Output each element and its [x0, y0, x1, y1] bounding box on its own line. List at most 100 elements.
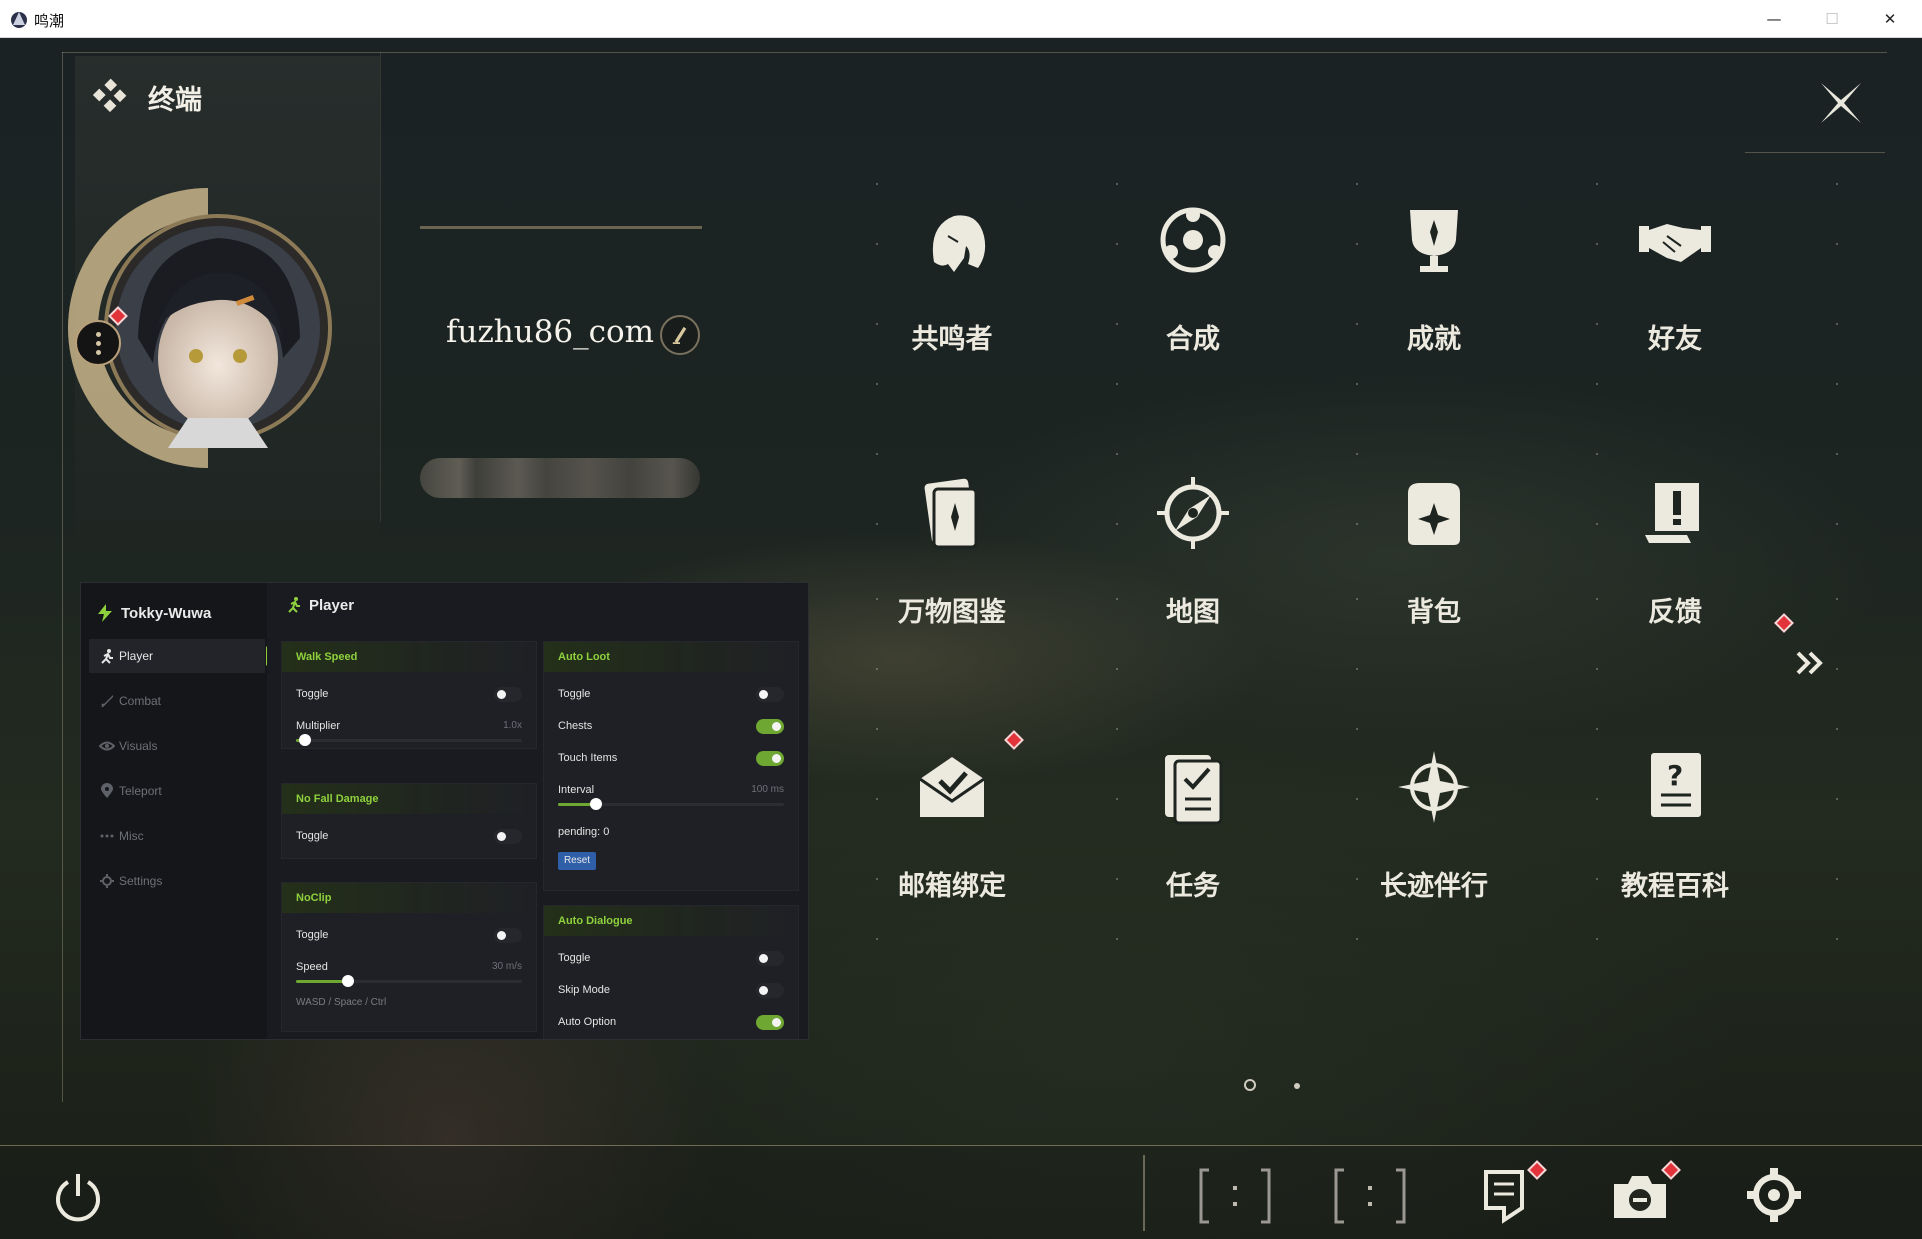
- grid-dot: [876, 668, 878, 670]
- mod-menu-sidebar: Tokky-Wuwa Player Combat Visuals Teleport Mi…: [81, 583, 270, 1039]
- menu-item-synthesis[interactable]: 合成: [1093, 182, 1293, 382]
- pending-text: pending: 0: [558, 826, 610, 838]
- touch-items-label: Touch Items: [558, 752, 618, 764]
- page-dot-1[interactable]: [1244, 1079, 1256, 1091]
- camera-icon[interactable]: [1610, 1168, 1670, 1224]
- menu-item-label: 反馈: [1648, 597, 1702, 628]
- next-page-badge: [1774, 613, 1794, 633]
- mod-nav-label: Teleport: [119, 784, 162, 798]
- grid-dot: [1836, 798, 1838, 800]
- noclip-card: NoClip Toggle Speed 30 m/s WASD / Space …: [281, 882, 537, 1032]
- grid-dot: [1596, 383, 1598, 385]
- trophy-icon: [1410, 210, 1458, 272]
- grid-dot: [1356, 598, 1358, 600]
- grid-dot: [1836, 598, 1838, 600]
- grid-dot: [1116, 878, 1118, 880]
- grid-dot: [1116, 938, 1118, 940]
- grid-dot: [1356, 243, 1358, 245]
- grid-dot: [1116, 383, 1118, 385]
- noclip-toggle-row: Toggle: [296, 925, 522, 947]
- auto-loot-toggle[interactable]: [756, 687, 784, 702]
- auto-option-toggle[interactable]: [756, 1015, 784, 1030]
- menu-item-backpack[interactable]: 背包: [1334, 455, 1534, 655]
- close-x-icon[interactable]: [1816, 78, 1866, 128]
- grid-dot: [1836, 453, 1838, 455]
- grid-dot: [1596, 878, 1598, 880]
- interval-slider[interactable]: [558, 798, 784, 810]
- walk-speed-toggle[interactable]: [494, 687, 522, 702]
- grid-dot: [1836, 938, 1838, 940]
- bracket-slot-icon[interactable]: [1332, 1166, 1408, 1226]
- grid-dot: [1836, 323, 1838, 325]
- handshake-icon: [1639, 224, 1711, 262]
- edit-name-icon[interactable]: [660, 315, 700, 355]
- mod-nav-label: Settings: [119, 874, 163, 888]
- grid-dot: [876, 878, 878, 880]
- maximize-button[interactable]: ☐: [1803, 0, 1861, 38]
- next-page-icon[interactable]: [1790, 643, 1830, 683]
- no-fall-damage-toggle-row: Toggle: [296, 826, 522, 848]
- chests-row: Chests: [558, 716, 784, 738]
- grid-dot: [876, 798, 878, 800]
- profile-options-button[interactable]: [75, 320, 121, 366]
- grid-dot: [1356, 323, 1358, 325]
- card-header: Walk Speed: [282, 642, 536, 672]
- username: fuzhu86_com: [446, 314, 655, 350]
- menu-item-handshake[interactable]: 好友: [1575, 182, 1775, 382]
- window-close-button[interactable]: ✕: [1861, 0, 1919, 38]
- grid-dot: [876, 728, 878, 730]
- menu-item-star-sigil[interactable]: 长迹伴行: [1334, 729, 1534, 929]
- bracket-slot-icon[interactable]: [1197, 1166, 1273, 1226]
- menu-item-tutorial[interactable]: ? 教程百科: [1575, 729, 1775, 929]
- skip-mode-toggle[interactable]: [756, 983, 784, 998]
- menu-item-mail-bind[interactable]: 邮箱绑定: [852, 729, 1052, 929]
- menu-item-compass[interactable]: 地图: [1093, 455, 1293, 655]
- runner-icon: [101, 649, 113, 664]
- mod-nav-misc[interactable]: Misc: [89, 819, 265, 853]
- minimize-button[interactable]: —: [1745, 0, 1803, 38]
- game-scene: 终端 fuzhu86_com 共鸣者 合成 成就 好友 万物图鉴 地图 背包 反馈 邮箱绑定 任务…: [0, 38, 1922, 1239]
- auto-dialogue-toggle[interactable]: [756, 951, 784, 966]
- grid-dot: [1356, 453, 1358, 455]
- mod-nav-settings[interactable]: Settings: [89, 864, 265, 898]
- menu-item-quest[interactable]: 任务: [1093, 729, 1293, 929]
- mod-nav-player[interactable]: Player: [89, 639, 270, 673]
- multiplier-slider[interactable]: [296, 734, 522, 746]
- menu-item-card-book[interactable]: 万物图鉴: [852, 455, 1052, 655]
- notes-icon[interactable]: [1482, 1168, 1526, 1224]
- grid-dot: [1836, 383, 1838, 385]
- lightning-icon: [98, 604, 112, 622]
- grid-dot: [1836, 243, 1838, 245]
- grid-dot: [1596, 938, 1598, 940]
- menu-item-label: 万物图鉴: [898, 597, 1006, 628]
- walk-speed-card: Walk Speed Toggle Multiplier 1.0x: [281, 641, 537, 749]
- mod-nav-visuals[interactable]: Visuals: [89, 729, 265, 763]
- star-sigil-icon: [1398, 751, 1470, 823]
- power-icon[interactable]: [50, 1168, 106, 1224]
- pin-icon: [101, 783, 113, 798]
- reset-button[interactable]: Reset: [558, 852, 596, 870]
- chests-toggle[interactable]: [756, 719, 784, 734]
- menu-item-resonator-head[interactable]: 共鸣者: [852, 182, 1052, 382]
- frame-line-divider: [380, 52, 381, 522]
- no-fall-damage-title: No Fall Damage: [296, 793, 379, 805]
- page-dot-2[interactable]: [1294, 1083, 1300, 1089]
- mod-nav-teleport[interactable]: Teleport: [89, 774, 265, 808]
- skip-mode-label: Skip Mode: [558, 984, 610, 996]
- menu-item-trophy[interactable]: 成就: [1334, 182, 1534, 382]
- touch-items-toggle[interactable]: [756, 751, 784, 766]
- grid-dot: [876, 523, 878, 525]
- grid-dot: [1596, 798, 1598, 800]
- no-fall-damage-toggle[interactable]: [494, 829, 522, 844]
- noclip-toggle[interactable]: [494, 928, 522, 943]
- mod-nav-combat[interactable]: Combat: [89, 684, 265, 718]
- menu-item-label: 合成: [1166, 324, 1220, 355]
- menu-item-label: 好友: [1648, 324, 1702, 355]
- grid-dot: [1836, 878, 1838, 880]
- noclip-speed-slider[interactable]: [296, 975, 522, 987]
- menu-item-feedback[interactable]: 反馈: [1575, 455, 1775, 655]
- menu-item-label: 任务: [1166, 871, 1220, 902]
- settings-gear-icon[interactable]: [1745, 1166, 1803, 1224]
- tutorial-icon: ?: [1651, 753, 1701, 817]
- backpack-icon: [1408, 483, 1460, 545]
